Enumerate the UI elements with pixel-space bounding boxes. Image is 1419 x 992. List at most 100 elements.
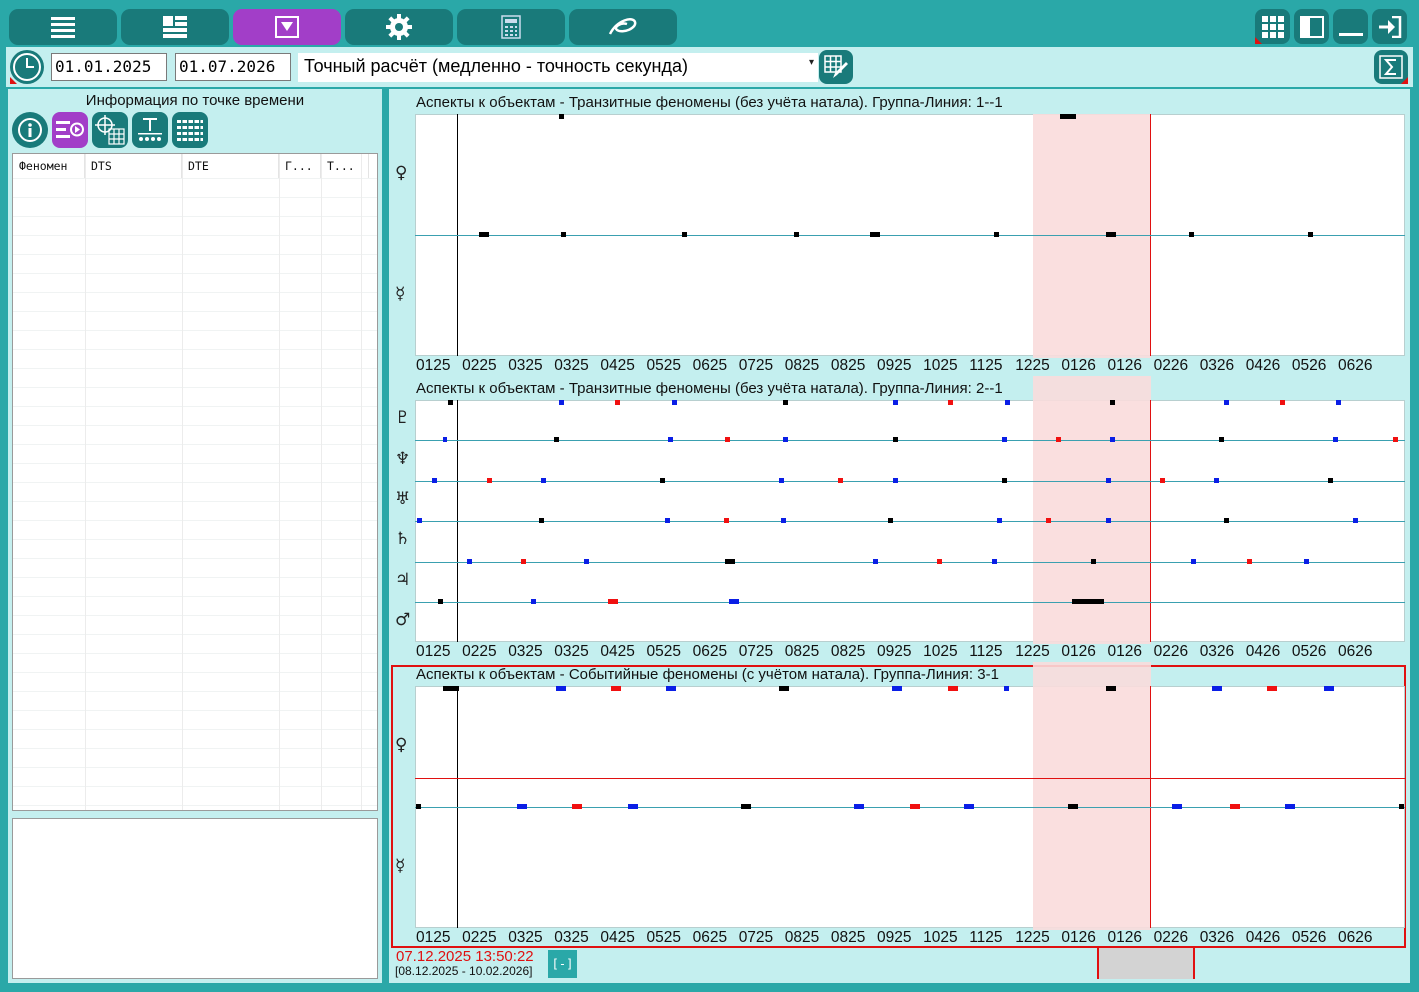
column-header-phenomenon[interactable]: Феномен <box>13 154 85 178</box>
table-row[interactable] <box>13 596 377 597</box>
event-mark[interactable] <box>486 477 492 483</box>
event-mark[interactable] <box>1229 804 1240 809</box>
event-mark[interactable] <box>740 804 751 809</box>
table-row[interactable] <box>13 330 377 331</box>
table-row[interactable] <box>13 216 377 217</box>
table-row[interactable] <box>13 767 377 768</box>
table-row[interactable] <box>13 558 377 559</box>
event-mark[interactable] <box>1333 437 1339 443</box>
event-mark[interactable] <box>1323 686 1334 691</box>
event-mark[interactable] <box>417 518 423 524</box>
event-mark[interactable] <box>1110 437 1116 443</box>
table-row[interactable] <box>13 311 377 312</box>
event-mark[interactable] <box>1219 437 1225 443</box>
event-mark[interactable] <box>667 437 673 443</box>
event-mark[interactable] <box>1214 477 1220 483</box>
event-mark[interactable] <box>782 437 788 443</box>
event-mark[interactable] <box>793 232 799 237</box>
event-mark[interactable] <box>1105 232 1116 237</box>
event-mark[interactable] <box>521 558 527 564</box>
event-mark[interactable] <box>572 804 583 809</box>
event-mark[interactable] <box>448 400 454 405</box>
event-mark[interactable] <box>1105 686 1116 691</box>
event-mark[interactable] <box>555 686 566 691</box>
table-row[interactable] <box>13 653 377 654</box>
dashboard-button[interactable] <box>121 9 229 45</box>
table-row[interactable] <box>13 273 377 274</box>
event-mark[interactable] <box>1267 686 1278 691</box>
event-mark[interactable] <box>1285 804 1296 809</box>
event-mark[interactable] <box>725 437 731 443</box>
table-row[interactable] <box>13 672 377 673</box>
event-mark[interactable] <box>531 599 537 604</box>
event-mark[interactable] <box>1004 400 1010 405</box>
table-row[interactable] <box>13 254 377 255</box>
event-mark[interactable] <box>664 518 670 524</box>
event-mark[interactable] <box>466 558 472 564</box>
event-mark[interactable] <box>627 804 638 809</box>
event-mark[interactable] <box>1056 437 1061 443</box>
event-mark[interactable] <box>561 232 566 237</box>
table-row[interactable] <box>13 501 377 502</box>
event-mark[interactable] <box>1172 804 1183 809</box>
event-mark[interactable] <box>416 804 422 809</box>
table-row[interactable] <box>13 805 377 806</box>
event-mark[interactable] <box>964 804 975 809</box>
table-row[interactable] <box>13 444 377 445</box>
event-mark[interactable] <box>887 518 893 524</box>
event-mark[interactable] <box>1247 558 1253 564</box>
table-row[interactable] <box>13 387 377 388</box>
event-mark[interactable] <box>559 114 565 119</box>
event-mark[interactable] <box>892 400 898 405</box>
event-mark[interactable] <box>991 558 997 564</box>
grid-edit-button[interactable] <box>819 50 853 84</box>
event-mark[interactable] <box>782 400 788 405</box>
event-mark[interactable] <box>870 232 881 237</box>
event-mark[interactable] <box>1398 804 1404 809</box>
table-row[interactable] <box>13 292 377 293</box>
event-mark[interactable] <box>937 558 943 564</box>
event-mark[interactable] <box>432 477 438 483</box>
event-mark[interactable] <box>1188 232 1194 237</box>
event-mark[interactable] <box>1328 477 1334 483</box>
event-mark[interactable] <box>996 518 1002 524</box>
calc-mode-select[interactable]: Точный расчёт (медленно - точность секун… <box>298 53 818 82</box>
table-row[interactable] <box>13 539 377 540</box>
event-mark[interactable] <box>1001 477 1007 483</box>
sum-button[interactable] <box>1374 50 1408 84</box>
table-row[interactable] <box>13 406 377 407</box>
event-mark[interactable] <box>615 400 621 405</box>
info-button[interactable] <box>12 112 48 148</box>
calculator-button[interactable] <box>457 9 565 45</box>
event-mark[interactable] <box>660 477 665 483</box>
event-mark[interactable] <box>1159 477 1165 483</box>
table-row[interactable] <box>13 748 377 749</box>
table-row[interactable] <box>13 235 377 236</box>
event-mark[interactable] <box>1336 400 1342 405</box>
event-mark[interactable] <box>1003 686 1009 691</box>
event-mark[interactable] <box>559 400 565 405</box>
event-mark[interactable] <box>1303 558 1309 564</box>
event-mark[interactable] <box>1001 437 1007 443</box>
event-mark[interactable] <box>778 477 784 483</box>
event-mark[interactable] <box>947 686 958 691</box>
table-row[interactable] <box>13 729 377 730</box>
event-mark[interactable] <box>993 232 999 237</box>
event-mark[interactable] <box>539 518 545 524</box>
table-row[interactable] <box>13 425 377 426</box>
list-arrow-button[interactable] <box>52 112 88 148</box>
event-mark[interactable] <box>780 518 786 524</box>
event-mark[interactable] <box>728 599 739 604</box>
column-header-dts[interactable]: DTS <box>85 154 182 178</box>
menu-button[interactable] <box>9 9 117 45</box>
event-mark[interactable] <box>948 400 954 405</box>
text-dots-button[interactable] <box>132 112 168 148</box>
event-mark[interactable] <box>516 804 527 809</box>
event-mark[interactable] <box>892 477 898 483</box>
event-mark[interactable] <box>1072 599 1105 604</box>
event-mark[interactable] <box>608 599 618 604</box>
event-mark[interactable] <box>1211 686 1222 691</box>
event-mark[interactable] <box>1068 804 1079 809</box>
event-mark[interactable] <box>909 804 920 809</box>
table-row[interactable] <box>13 197 377 198</box>
